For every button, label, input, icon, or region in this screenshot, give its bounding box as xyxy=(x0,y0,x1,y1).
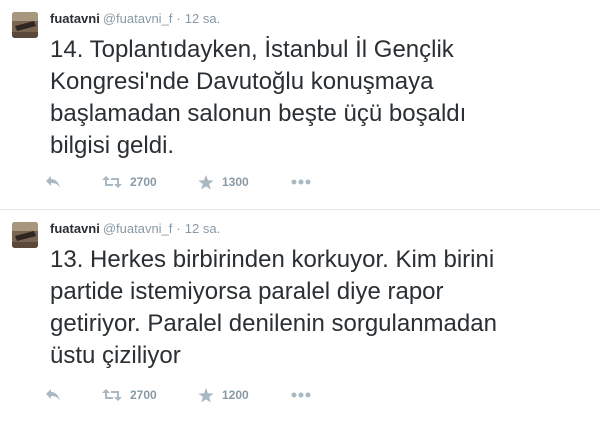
more-icon xyxy=(291,392,311,398)
favorite-button[interactable]: 1300 xyxy=(198,172,249,192)
tweet-text: 14. Toplantıdayken, İstanbul İl Gençlik … xyxy=(50,36,467,159)
more-icon xyxy=(291,179,311,185)
more-options-button[interactable] xyxy=(291,385,311,405)
reply-button[interactable] xyxy=(45,172,61,192)
avatar[interactable] xyxy=(12,12,38,38)
retweet-count: 2700 xyxy=(130,388,157,402)
reply-button[interactable] xyxy=(45,385,61,405)
separator: · xyxy=(176,11,181,26)
tweet-header: fuatavni @fuatavni_f · 12 sa. xyxy=(50,220,220,238)
favorite-button[interactable]: 1200 xyxy=(198,385,249,405)
more-options-button[interactable] xyxy=(291,172,311,192)
retweet-icon xyxy=(102,388,122,402)
star-icon xyxy=(198,174,214,190)
retweet-icon xyxy=(102,175,122,189)
avatar[interactable] xyxy=(12,222,38,248)
author-name[interactable]: fuatavni xyxy=(50,11,100,26)
separator: · xyxy=(176,221,181,236)
reply-icon xyxy=(45,388,61,402)
retweet-count: 2700 xyxy=(130,175,157,189)
author-name[interactable]: fuatavni xyxy=(50,221,100,236)
reply-icon xyxy=(45,175,61,189)
timestamp[interactable]: 12 sa. xyxy=(185,11,220,26)
author-username[interactable]: @fuatavni_f xyxy=(103,221,173,236)
star-icon xyxy=(198,387,214,403)
favorite-count: 1300 xyxy=(222,175,249,189)
timestamp[interactable]: 12 sa. xyxy=(185,221,220,236)
author-username[interactable]: @fuatavni_f xyxy=(103,11,173,26)
favorite-count: 1200 xyxy=(222,388,249,402)
tweet-header: fuatavni @fuatavni_f · 12 sa. xyxy=(50,10,220,28)
tweet-text: 13. Herkes birbirinden korkuyor. Kim bir… xyxy=(50,246,497,369)
tweet[interactable]: fuatavni @fuatavni_f · 12 sa. 14. Toplantıd… xyxy=(0,0,600,210)
tweet[interactable]: fuatavni @fuatavni_f · 12 sa. 13. Herkes bi… xyxy=(0,210,600,423)
retweet-button[interactable]: 2700 xyxy=(102,172,157,192)
retweet-button[interactable]: 2700 xyxy=(102,385,157,405)
